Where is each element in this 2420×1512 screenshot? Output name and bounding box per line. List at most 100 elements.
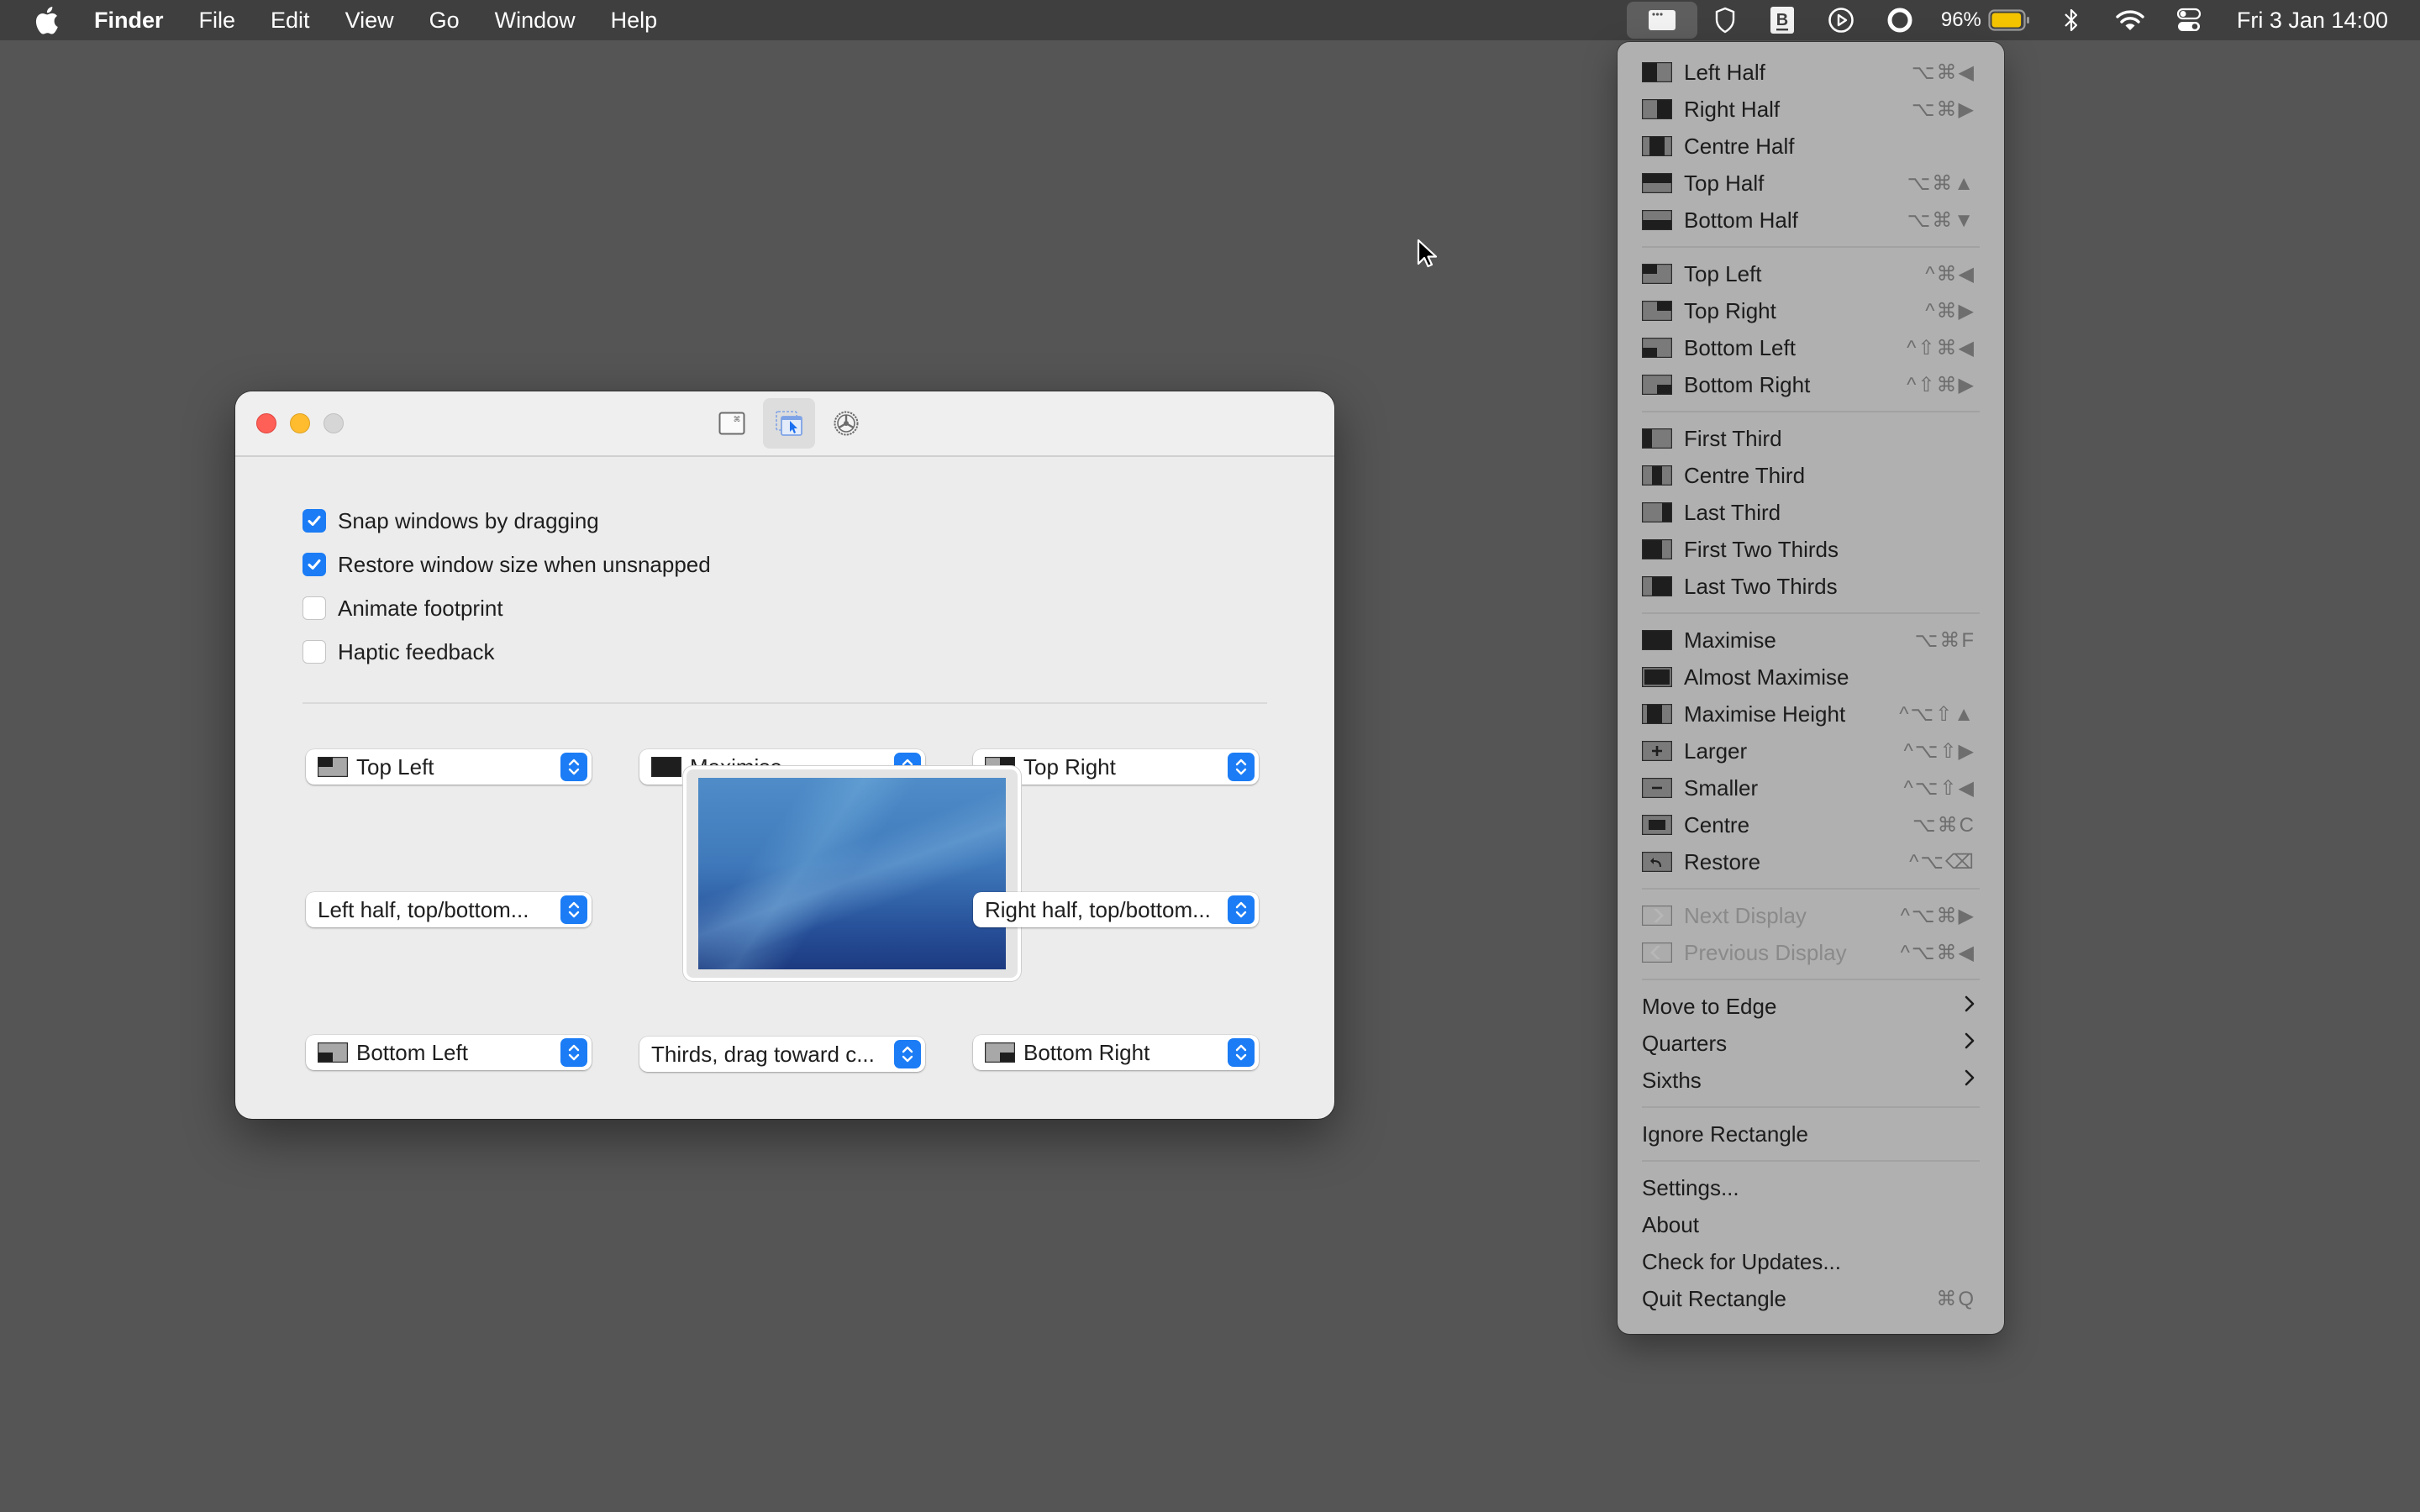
right-snap-popup[interactable]: Right half, top/bottom... bbox=[973, 892, 1259, 927]
play-status-item[interactable] bbox=[1812, 0, 1870, 40]
menu-item-top-left[interactable]: Top Left ^⌘◀ bbox=[1618, 255, 2004, 292]
menu-item-label: Last Two Thirds bbox=[1684, 573, 1838, 599]
menu-window[interactable]: Window bbox=[495, 8, 576, 34]
bold-status-item[interactable]: B bbox=[1753, 0, 1812, 40]
popup-value: Bottom Left bbox=[356, 1039, 468, 1065]
top-right-icon bbox=[1642, 301, 1672, 321]
apple-menu-icon[interactable] bbox=[34, 6, 59, 34]
menu-item-almost-maximise[interactable]: Almost Maximise bbox=[1618, 659, 2004, 696]
animate-footprint-checkbox[interactable] bbox=[302, 596, 326, 620]
menu-bar: Finder File Edit View Go Window Help B 9… bbox=[0, 0, 2420, 40]
menu-item-next-display: Next Display ^⌥⌘▶ bbox=[1618, 897, 2004, 934]
rectangle-status-item[interactable] bbox=[1626, 2, 1697, 39]
menu-view[interactable]: View bbox=[345, 8, 394, 34]
menu-item-first-third[interactable]: First Third bbox=[1618, 420, 2004, 457]
general-settings-tab[interactable] bbox=[820, 398, 872, 449]
menu-item-bottom-left[interactable]: Bottom Left ^⇧⌘◀ bbox=[1618, 329, 2004, 366]
menu-item-quit-rectangle[interactable]: Quit Rectangle ⌘Q bbox=[1618, 1280, 2004, 1317]
keyboard-shortcut: ^⌥⇧▶ bbox=[1903, 739, 1975, 763]
keyboard-shortcut: ⌥⌘▶ bbox=[1911, 97, 1975, 121]
menu-go[interactable]: Go bbox=[429, 8, 460, 34]
menu-separator bbox=[1642, 612, 1980, 614]
keyboard-shortcut: ^⌘▶ bbox=[1925, 299, 1975, 323]
menu-item-check-for-updates[interactable]: Check for Updates... bbox=[1618, 1243, 2004, 1280]
popup-value: Left half, top/bottom... bbox=[318, 896, 529, 922]
menu-help[interactable]: Help bbox=[611, 8, 658, 34]
menu-item-label: Almost Maximise bbox=[1684, 664, 1849, 690]
popup-value: Top Left bbox=[356, 753, 434, 780]
bottom-left-snap-popup[interactable]: Bottom Left bbox=[306, 1035, 592, 1070]
snap-by-dragging-option[interactable]: Snap windows by dragging bbox=[302, 499, 1267, 543]
control-centre-status-item[interactable] bbox=[2160, 0, 2218, 40]
menu-item-centre[interactable]: Centre ⌥⌘C bbox=[1618, 806, 2004, 843]
rectangle-menu: Left Half ⌥⌘◀ Right Half ⌥⌘▶ Centre Half Top … bbox=[1618, 42, 2004, 1334]
menu-item-last-two-thirds[interactable]: Last Two Thirds bbox=[1618, 568, 2004, 605]
mouse-cursor-icon bbox=[1417, 239, 1438, 268]
bottom-left-layout-icon bbox=[318, 1042, 348, 1063]
menu-edit[interactable]: Edit bbox=[271, 8, 310, 34]
menu-item-maximise[interactable]: Maximise ⌥⌘F bbox=[1618, 622, 2004, 659]
menu-item-smaller[interactable]: Smaller ^⌥⇧◀ bbox=[1618, 769, 2004, 806]
menu-item-top-right[interactable]: Top Right ^⌘▶ bbox=[1618, 292, 2004, 329]
menu-separator bbox=[1642, 979, 1980, 980]
menu-item-centre-third[interactable]: Centre Third bbox=[1618, 457, 2004, 494]
shield-status-item[interactable] bbox=[1697, 0, 1753, 40]
menu-item-first-two-thirds[interactable]: First Two Thirds bbox=[1618, 531, 2004, 568]
last-third-icon bbox=[1642, 502, 1672, 522]
title-bar[interactable]: ⌘ bbox=[235, 391, 1334, 457]
haptic-feedback-checkbox[interactable] bbox=[302, 640, 326, 664]
haptic-feedback-option[interactable]: Haptic feedback bbox=[302, 630, 1267, 674]
menu-item-top-half[interactable]: Top Half ⌥⌘▲ bbox=[1618, 165, 2004, 202]
close-button[interactable] bbox=[256, 413, 276, 433]
menu-item-restore[interactable]: Restore ^⌥⌫ bbox=[1618, 843, 2004, 880]
menu-item-sixths[interactable]: Sixths bbox=[1618, 1062, 2004, 1099]
bottom-right-snap-popup[interactable]: Bottom Right bbox=[973, 1035, 1259, 1070]
menu-item-move-to-edge[interactable]: Move to Edge bbox=[1618, 988, 2004, 1025]
bluetooth-status-item[interactable] bbox=[2042, 0, 2101, 40]
keyboard-shortcuts-tab[interactable]: ⌘ bbox=[706, 398, 758, 449]
left-snap-popup[interactable]: Left half, top/bottom... bbox=[306, 892, 592, 927]
menu-separator bbox=[1642, 411, 1980, 412]
menu-item-bottom-right[interactable]: Bottom Right ^⇧⌘▶ bbox=[1618, 366, 2004, 403]
snap-by-dragging-checkbox[interactable] bbox=[302, 509, 326, 533]
popup-stepper-icon bbox=[894, 1040, 921, 1068]
ring-status-item[interactable] bbox=[1870, 0, 1929, 40]
menu-item-label: Bottom Left bbox=[1684, 334, 1796, 360]
popup-value: Bottom Right bbox=[1023, 1039, 1150, 1065]
menu-item-right-half[interactable]: Right Half ⌥⌘▶ bbox=[1618, 91, 2004, 128]
animate-footprint-option[interactable]: Animate footprint bbox=[302, 586, 1267, 630]
svg-text:⌘: ⌘ bbox=[734, 416, 741, 424]
menu-item-settings[interactable]: Settings... bbox=[1618, 1169, 2004, 1206]
menu-finder[interactable]: Finder bbox=[94, 8, 164, 34]
menu-item-maximise-height[interactable]: Maximise Height ^⌥⇧▲ bbox=[1618, 696, 2004, 732]
centre-icon bbox=[1642, 815, 1672, 835]
menu-item-about[interactable]: About bbox=[1618, 1206, 2004, 1243]
menu-item-label: Sixths bbox=[1642, 1067, 1702, 1093]
keyboard-shortcut: ⌘Q bbox=[1936, 1287, 1975, 1310]
snap-areas-tab[interactable] bbox=[763, 398, 815, 449]
menu-item-quarters[interactable]: Quarters bbox=[1618, 1025, 2004, 1062]
menu-item-ignore-rectangle[interactable]: Ignore Rectangle bbox=[1618, 1116, 2004, 1152]
menu-item-larger[interactable]: Larger ^⌥⇧▶ bbox=[1618, 732, 2004, 769]
menu-file[interactable]: File bbox=[199, 8, 236, 34]
bottom-left-icon bbox=[1642, 338, 1672, 358]
battery-status-item[interactable]: 96% bbox=[1929, 0, 2042, 40]
restore-size-checkbox[interactable] bbox=[302, 553, 326, 576]
menu-item-last-third[interactable]: Last Third bbox=[1618, 494, 2004, 531]
menu-item-label: Centre Half bbox=[1684, 133, 1795, 159]
zoom-button[interactable] bbox=[324, 413, 344, 433]
menu-item-left-half[interactable]: Left Half ⌥⌘◀ bbox=[1618, 54, 2004, 91]
top-left-snap-popup[interactable]: Top Left bbox=[306, 749, 592, 785]
menu-item-centre-half[interactable]: Centre Half bbox=[1618, 128, 2004, 165]
restore-size-option[interactable]: Restore window size when unsnapped bbox=[302, 543, 1267, 586]
bottom-snap-popup[interactable]: Thirds, drag toward c... bbox=[639, 1037, 925, 1072]
minimize-button[interactable] bbox=[290, 413, 310, 433]
checkbox-label: Restore window size when unsnapped bbox=[338, 551, 711, 577]
keyboard-shortcut-icon: ⌘ bbox=[718, 412, 745, 435]
menu-item-bottom-half[interactable]: Bottom Half ⌥⌘▼ bbox=[1618, 202, 2004, 239]
menu-bar-clock[interactable]: Fri 3 Jan 14:00 bbox=[2237, 8, 2388, 34]
left-half-icon bbox=[1642, 62, 1672, 82]
menu-item-label: Right Half bbox=[1684, 96, 1781, 122]
wifi-status-item[interactable] bbox=[2101, 0, 2160, 40]
play-circle-icon bbox=[1828, 8, 1854, 33]
